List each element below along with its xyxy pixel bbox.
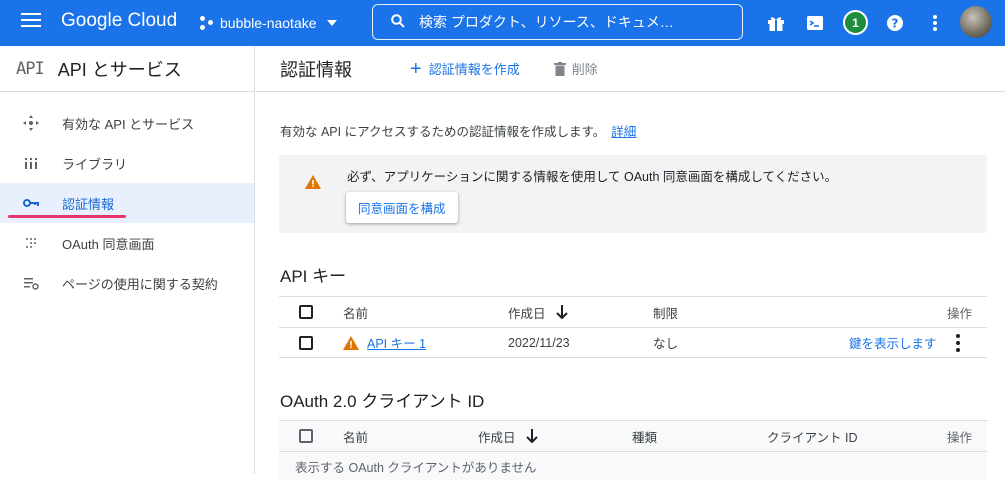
col-client-id: クライアント ID	[767, 430, 858, 445]
agreements-icon	[24, 278, 39, 290]
col-actions: 操作	[947, 430, 973, 445]
top-bar: Google Cloud bubble-naotake 検索 プロダクト、リソー…	[0, 0, 1005, 46]
api-key-name-link[interactable]: API キー 1	[367, 333, 426, 352]
svg-text:?: ?	[892, 16, 899, 30]
sidebar-title: API とサービス	[57, 59, 182, 80]
notification-badge[interactable]: 1	[843, 10, 868, 35]
oauth-warning-box: 必ず、アプリケーションに関する情報を使用して OAuth 同意画面を構成してくだ…	[279, 155, 987, 233]
project-name: bubble-naotake	[220, 15, 317, 31]
sidebar-item-enabled-apis[interactable]: 有効な API とサービス	[0, 103, 254, 143]
col-created[interactable]: 作成日	[508, 297, 568, 327]
col-restriction: 制限	[653, 306, 679, 321]
show-key-link[interactable]: 鍵を表示します	[849, 328, 937, 357]
search-placeholder: 検索 プロダクト、リソース、ドキュメ…	[419, 14, 674, 30]
sidebar: API API とサービス 有効な API とサービス ライブラリ 認証情報 O…	[0, 46, 255, 474]
trash-icon	[553, 61, 566, 76]
oauth-clients-table: 名前 作成日 種類 クライアント ID 操作 表示する OAuth クライアント…	[279, 420, 987, 480]
library-icon	[25, 158, 37, 169]
learn-more-link[interactable]: 詳細	[611, 125, 636, 139]
chevron-down-icon	[326, 20, 337, 26]
sidebar-item-library[interactable]: ライブラリ	[0, 143, 254, 183]
arrow-down-icon	[525, 429, 538, 443]
active-indicator	[8, 215, 126, 218]
delete-button[interactable]: 削除	[553, 59, 598, 78]
page-title: 認証情報	[280, 59, 352, 80]
create-credentials-button[interactable]: + 認証情報を作成	[410, 59, 520, 79]
plus-icon: +	[410, 57, 422, 80]
col-created[interactable]: 作成日	[478, 421, 538, 451]
sidebar-item-page-agreements[interactable]: ページの使用に関する契約	[0, 263, 254, 303]
cloud-shell-icon[interactable]	[805, 13, 825, 33]
delete-label: 削除	[571, 62, 598, 77]
warning-text: 必ず、アプリケーションに関する情報を使用して OAuth 同意画面を構成してくだ…	[347, 170, 838, 184]
search-icon	[391, 14, 405, 28]
col-created-label: 作成日	[478, 430, 516, 445]
table-header: 名前 作成日 制限 操作	[279, 296, 987, 328]
arrow-down-icon	[555, 305, 568, 319]
sidebar-item-oauth-consent[interactable]: OAuth 同意画面	[0, 223, 254, 263]
more-vert-icon[interactable]	[956, 333, 960, 352]
api-logo: API	[16, 58, 45, 79]
description-text: 有効な API にアクセスするための認証情報を作成します。	[280, 125, 606, 139]
description: 有効な API にアクセスするための認証情報を作成します。 詳細	[280, 121, 636, 140]
api-keys-title: API キー	[280, 267, 347, 286]
col-name[interactable]: 名前	[343, 297, 368, 327]
project-icon	[200, 16, 214, 30]
sidebar-item-label: OAuth 同意画面	[62, 236, 155, 252]
gift-icon[interactable]	[766, 13, 786, 33]
main-content: 認証情報 + 認証情報を作成 削除 有効な API にアクセスするための認証情報…	[256, 46, 1005, 480]
col-name[interactable]: 名前	[343, 421, 368, 451]
sidebar-header: API API とサービス	[0, 46, 254, 92]
empty-message: 表示する OAuth クライアントがありません	[295, 460, 537, 475]
project-selector[interactable]: bubble-naotake	[200, 10, 337, 36]
sidebar-item-label: 有効な API とサービス	[62, 116, 195, 132]
configure-consent-screen-button[interactable]: 同意画面を構成	[346, 192, 458, 223]
help-icon[interactable]: ?	[885, 13, 905, 33]
create-credentials-label: 認証情報を作成	[428, 62, 520, 77]
restriction-value: なし	[653, 337, 679, 351]
google-cloud-logo[interactable]: Google Cloud	[61, 10, 177, 32]
sidebar-item-credentials[interactable]: 認証情報	[0, 183, 254, 223]
enabled-apis-icon	[23, 115, 39, 131]
sidebar-item-label: ライブラリ	[62, 156, 128, 172]
col-type: 種類	[632, 430, 658, 445]
search-input[interactable]: 検索 プロダクト、リソース、ドキュメ…	[372, 4, 743, 40]
created-date: 2022/11/23	[508, 335, 570, 350]
warning-icon	[343, 335, 359, 350]
empty-row: 表示する OAuth クライアントがありません	[279, 452, 987, 480]
page-header: 認証情報 + 認証情報を作成 削除	[256, 46, 1005, 92]
menu-icon[interactable]	[21, 13, 41, 33]
row-checkbox[interactable]	[299, 335, 313, 350]
table-row: API キー 1 2022/11/23 なし 鍵を表示します	[279, 328, 987, 358]
warning-icon	[305, 175, 321, 189]
table-header: 名前 作成日 種類 クライアント ID 操作	[279, 420, 987, 452]
avatar[interactable]	[960, 6, 992, 38]
col-actions: 操作	[947, 306, 973, 321]
select-all-checkbox[interactable]	[299, 429, 313, 443]
oauth-icon	[26, 238, 36, 248]
api-keys-table: 名前 作成日 制限 操作 API キー 1 2022/11/23 なし 鍵を表示…	[279, 296, 987, 358]
sidebar-item-label: 認証情報	[62, 196, 115, 212]
oauth-clients-title: OAuth 2.0 クライアント ID	[280, 392, 485, 411]
col-created-label: 作成日	[508, 306, 546, 321]
sidebar-item-label: ページの使用に関する契約	[62, 276, 218, 292]
select-all-checkbox[interactable]	[299, 305, 313, 319]
more-vert-icon[interactable]	[925, 13, 945, 33]
key-icon	[23, 199, 39, 207]
